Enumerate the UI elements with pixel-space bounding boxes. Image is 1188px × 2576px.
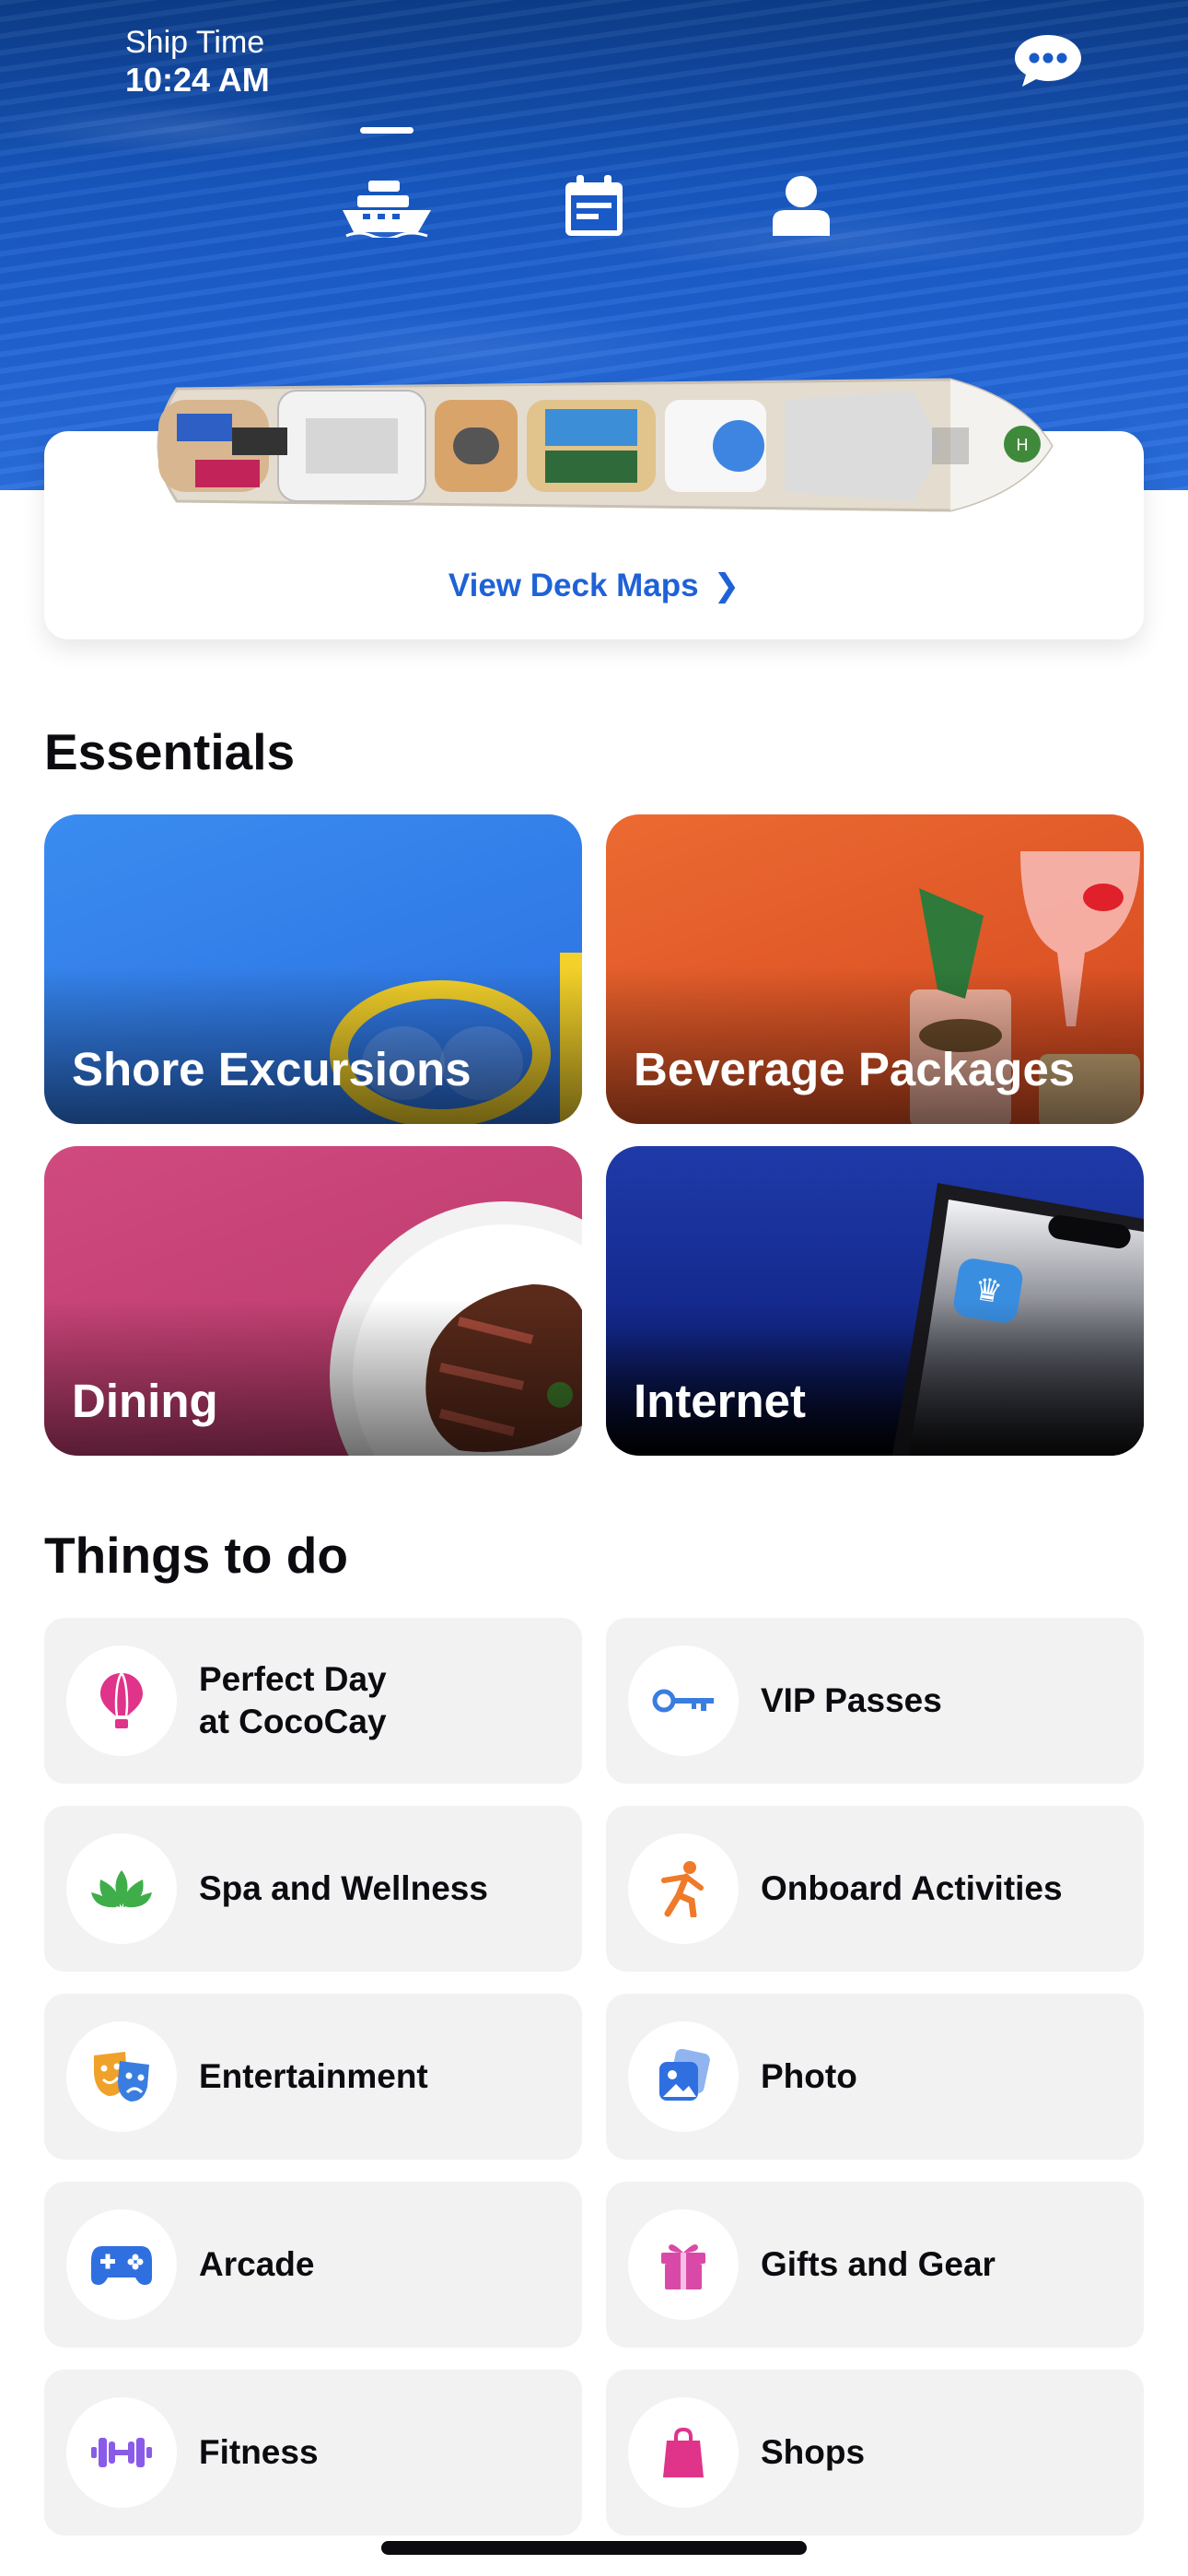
person-icon <box>773 176 830 236</box>
svg-text:H: H <box>1017 436 1029 454</box>
todo-label: Spa and Wellness <box>199 1869 488 1907</box>
icon-circle <box>628 1645 739 1756</box>
tab-calendar[interactable] <box>543 127 645 238</box>
chat-bubble-icon <box>1015 35 1081 87</box>
icon-circle <box>628 1833 739 1944</box>
todo-label: Entertainment <box>199 2057 428 2095</box>
ship-time: Ship Time 10:24 AM <box>125 24 270 100</box>
icon-circle <box>66 1645 177 1756</box>
beverage-packages-card[interactable]: Beverage Packages <box>606 814 1144 1124</box>
shore-excursions-label: Shore Excursions <box>72 1043 472 1095</box>
icon-circle <box>628 2021 739 2132</box>
theater-masks-icon <box>94 2052 149 2102</box>
todo-label: Photo <box>761 2057 857 2095</box>
chat-button[interactable] <box>1013 33 1083 88</box>
icon-circle <box>628 2397 739 2508</box>
essentials-title: Essentials <box>44 723 296 780</box>
todo-label: Fitness <box>199 2433 319 2471</box>
shopping-bag-icon <box>663 2427 704 2477</box>
gift-icon <box>661 2244 705 2289</box>
photo-icon <box>659 2049 710 2101</box>
top-tab-bar <box>0 127 1188 238</box>
beverage-packages-label: Beverage Packages <box>634 1043 1076 1095</box>
dining-card[interactable]: Dining <box>44 1146 582 1456</box>
view-deck-maps-link[interactable]: View Deck Maps ❯ <box>44 568 1144 604</box>
running-person-icon <box>661 1861 704 1917</box>
tab-profile[interactable] <box>751 127 852 238</box>
todo-spa-wellness[interactable]: Spa and Wellness <box>44 1806 582 1972</box>
todo-label: Gifts and Gear <box>761 2245 996 2283</box>
todo-fitness[interactable]: Fitness <box>44 2370 582 2535</box>
todo-vip-passes[interactable]: VIP Passes <box>606 1618 1144 1784</box>
game-controller-icon <box>91 2246 152 2285</box>
todo-arcade[interactable]: Arcade <box>44 2182 582 2348</box>
todo-label: Onboard Activities <box>761 1869 1063 1907</box>
ship-time-value: 10:24 AM <box>125 61 270 99</box>
todo-onboard-activities[interactable]: Onboard Activities <box>606 1806 1144 1972</box>
todo-gifts-gear[interactable]: Gifts and Gear <box>606 2182 1144 2348</box>
things-to-do-title: Things to do <box>44 1527 348 1584</box>
todo-label: Shops <box>761 2433 866 2471</box>
todo-label: VIP Passes <box>761 1681 942 1719</box>
lotus-icon <box>91 1870 152 1908</box>
dumbbell-icon <box>91 2438 152 2467</box>
chevron-right-icon: ❯ <box>713 568 740 603</box>
icon-circle <box>66 2021 177 2132</box>
hot-air-balloon-icon <box>100 1672 143 1728</box>
ship-deck-illustration[interactable]: H <box>140 363 1054 525</box>
dining-label: Dining <box>72 1375 218 1427</box>
ship-icon <box>343 181 431 238</box>
shore-excursions-card[interactable]: Shore Excursions <box>44 814 582 1124</box>
internet-label: Internet <box>634 1375 807 1427</box>
icon-circle <box>628 2209 739 2320</box>
internet-card[interactable]: ♛ Internet <box>606 1146 1144 1456</box>
key-icon <box>652 1689 714 1713</box>
tab-ship[interactable] <box>336 127 437 238</box>
view-deck-maps-label: View Deck Maps <box>448 568 699 603</box>
icon-circle <box>66 2209 177 2320</box>
todo-cococay[interactable]: Perfect Day at CocoCay <box>44 1618 582 1784</box>
todo-label: Perfect Day at CocoCay <box>199 1660 387 1740</box>
todo-entertainment[interactable]: Entertainment <box>44 1994 582 2160</box>
todo-photo[interactable]: Photo <box>606 1994 1144 2160</box>
icon-circle <box>66 2397 177 2508</box>
todo-label: Arcade <box>199 2245 315 2283</box>
icon-circle <box>66 1833 177 1944</box>
calendar-icon <box>565 175 623 236</box>
home-indicator[interactable] <box>381 2541 807 2555</box>
todo-shops[interactable]: Shops <box>606 2370 1144 2535</box>
ship-time-label: Ship Time <box>125 25 265 60</box>
